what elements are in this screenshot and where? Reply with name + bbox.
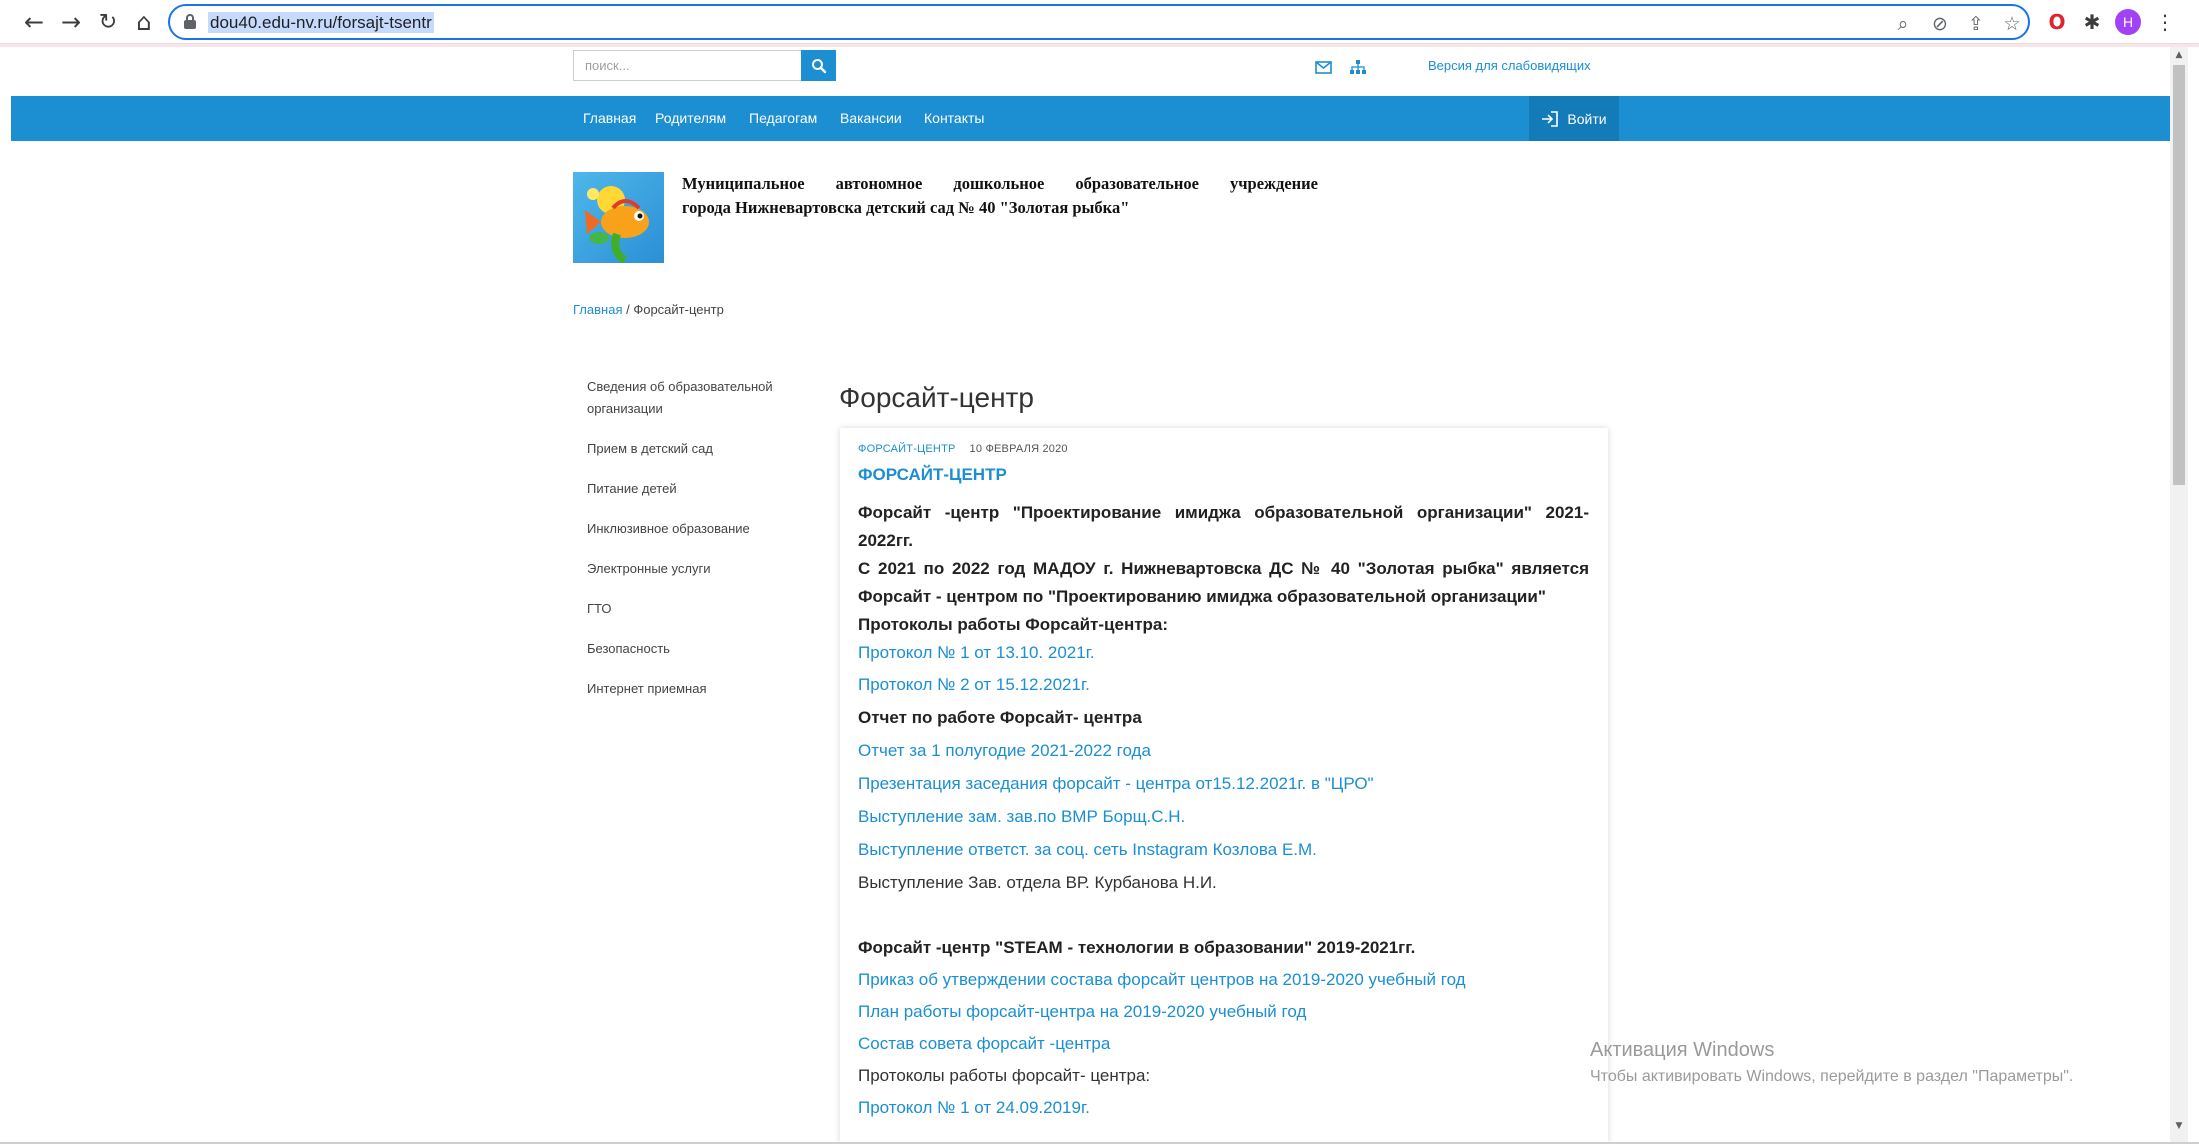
breadcrumb-home-link[interactable]: Главная <box>573 302 622 317</box>
foresight-heading-2021: Форсайт -центр "Проектирование имиджа об… <box>858 503 1589 550</box>
search-icon <box>811 58 826 73</box>
nav-item-parents[interactable]: Родителям <box>655 110 726 126</box>
protocols-heading: Протоколы работы Форсайт-центра: <box>858 615 1169 634</box>
post-title-link[interactable]: ФОРСАЙТ-ЦЕНТР <box>858 465 1007 485</box>
back-arrow-icon[interactable]: ← <box>18 6 50 38</box>
breadcrumb-separator: / <box>622 302 634 317</box>
opera-icon[interactable]: O <box>2043 8 2071 36</box>
sidebar-item-safety[interactable]: Безопасность <box>587 638 802 660</box>
sidebar-item-org-info[interactable]: Сведения об образовательной организации <box>587 376 802 420</box>
activation-title: Активация Windows <box>1590 1039 1775 1061</box>
activation-subtitle: Чтобы активировать Windows, перейдите в … <box>1590 1068 2074 1085</box>
breadcrumb-current: Форсайт-центр <box>633 302 724 317</box>
speech-link[interactable]: Выступление зам. зав.по ВМР Борщ.С.Н. <box>858 800 1589 833</box>
scroll-down-arrow-icon[interactable]: ▼ <box>2170 1118 2188 1134</box>
presentation-link[interactable]: Презентация заседания форсайт - центра о… <box>858 767 1589 800</box>
divider <box>0 44 2199 47</box>
work-plan-link[interactable]: План работы форсайт-центра на 2019-2020 … <box>858 996 1589 1028</box>
sidebar-item-internet-reception[interactable]: Интернет приемная <box>587 678 802 700</box>
address-bar[interactable]: dou40.edu-nv.ru/forsajt-tsentr ⌕ ⊘ ⇪ ☆ <box>168 4 2030 40</box>
star-icon[interactable]: ☆ <box>1999 11 2025 37</box>
search-button[interactable] <box>801 50 836 81</box>
url-text[interactable]: dou40.edu-nv.ru/forsajt-tsentr <box>208 12 434 33</box>
scroll-up-arrow-icon[interactable]: ▲ <box>2170 47 2188 63</box>
sidebar-item-e-services[interactable]: Электронные услуги <box>587 558 802 580</box>
zoom-icon[interactable]: ⌕ <box>1890 11 1916 37</box>
organization-name: Муниципальное автономное дошкольное обра… <box>682 174 1318 217</box>
puzzle-icon[interactable]: ✱ <box>2078 8 2106 36</box>
page-scrollbar[interactable]: ▲ ▼ <box>2170 47 2188 1144</box>
menu-dots-icon[interactable]: ⋮ <box>2151 8 2179 36</box>
sidebar-item-admission[interactable]: Прием в детский сад <box>587 438 802 460</box>
nav-item-contacts[interactable]: Контакты <box>924 110 984 126</box>
sitemap-icon[interactable] <box>1350 59 1366 78</box>
nav-item-home[interactable]: Главная <box>583 110 636 126</box>
mail-icon[interactable] <box>1315 59 1332 78</box>
forward-arrow-icon[interactable]: → <box>55 6 87 38</box>
sidebar-item-nutrition[interactable]: Питание детей <box>587 478 802 500</box>
login-button[interactable]: Войти <box>1529 96 1619 141</box>
sidebar-menu: Сведения об образовательной организации … <box>587 376 802 700</box>
article-card: Форсайт-центр 10 февраля 2020 ФОРСАЙТ-ЦЕН… <box>840 428 1608 1144</box>
post-date: 10 февраля 2020 <box>969 443 1068 455</box>
scroll-thumb[interactable] <box>2173 65 2185 485</box>
main-navbar: Главная Родителям Педагогам Вакансии Кон… <box>11 96 2170 141</box>
sidebar-item-gto[interactable]: ГТО <box>587 598 802 620</box>
login-label: Войти <box>1567 110 1607 127</box>
lock-icon[interactable] <box>184 14 196 30</box>
screen: ← → ↻ ⌂ dou40.edu-nv.ru/forsajt-tsentr ⌕… <box>0 0 2199 1144</box>
search-input[interactable] <box>573 50 801 81</box>
share-icon[interactable]: ⇪ <box>1963 11 1989 37</box>
report-heading: Отчет по работе Форсайт- центра <box>858 708 1142 727</box>
reload-icon[interactable]: ↻ <box>92 6 124 38</box>
order-link[interactable]: Приказ об утверждении состава форсайт це… <box>858 964 1589 996</box>
home-icon[interactable]: ⌂ <box>128 6 160 38</box>
steam-heading: Форсайт -центр "STEAM - технологии в обр… <box>858 938 1416 957</box>
foresight-description: С 2021 по 2022 год МАДОУ г. Нижневартовс… <box>858 559 1589 606</box>
protocol-link[interactable]: Протокол № 1 от 24.09.2019г. <box>858 1092 1589 1124</box>
windows-activation-watermark: Активация Windows Чтобы активировать Win… <box>1590 1037 2073 1088</box>
report-link[interactable]: Отчет за 1 полугодие 2021-2022 года <box>858 734 1589 767</box>
council-link[interactable]: Состав совета форсайт -центра <box>858 1028 1589 1060</box>
steam-protocols-text: Протоколы работы форсайт- центра: <box>858 1066 1151 1085</box>
page-title: Форсайт-центр <box>839 382 1034 413</box>
sidebar-item-inclusive[interactable]: Инклюзивное образование <box>587 518 802 540</box>
nav-item-vacancies[interactable]: Вакансии <box>840 110 902 126</box>
post-category-link[interactable]: Форсайт-центр <box>858 443 956 455</box>
protocol-link[interactable]: Протокол № 1 от 13.10. 2021г. <box>858 638 1589 668</box>
nav-item-teachers[interactable]: Педагогам <box>749 110 817 126</box>
login-icon <box>1542 110 1559 127</box>
avatar[interactable]: H <box>2115 9 2141 35</box>
accessibility-version-link[interactable]: Версия для слабовидящих <box>1428 58 1591 73</box>
eye-off-icon[interactable]: ⊘ <box>1927 11 1953 37</box>
speech-link[interactable]: Выступление ответст. за соц. сеть Instag… <box>858 833 1589 866</box>
post-meta: Форсайт-центр 10 февраля 2020 <box>858 443 1068 455</box>
speech-text: Выступление Зав. отдела ВР. Курбанова Н.… <box>858 873 1217 892</box>
post-content: Форсайт -центр "Проектирование имиджа об… <box>858 499 1589 1124</box>
protocol-link[interactable]: Протокол № 2 от 15.12.2021г. <box>858 668 1589 701</box>
breadcrumb: Главная / Форсайт-центр <box>573 302 724 317</box>
browser-toolbar: ← → ↻ ⌂ dou40.edu-nv.ru/forsajt-tsentr ⌕… <box>0 0 2199 44</box>
goldfish-logo[interactable] <box>573 172 664 263</box>
